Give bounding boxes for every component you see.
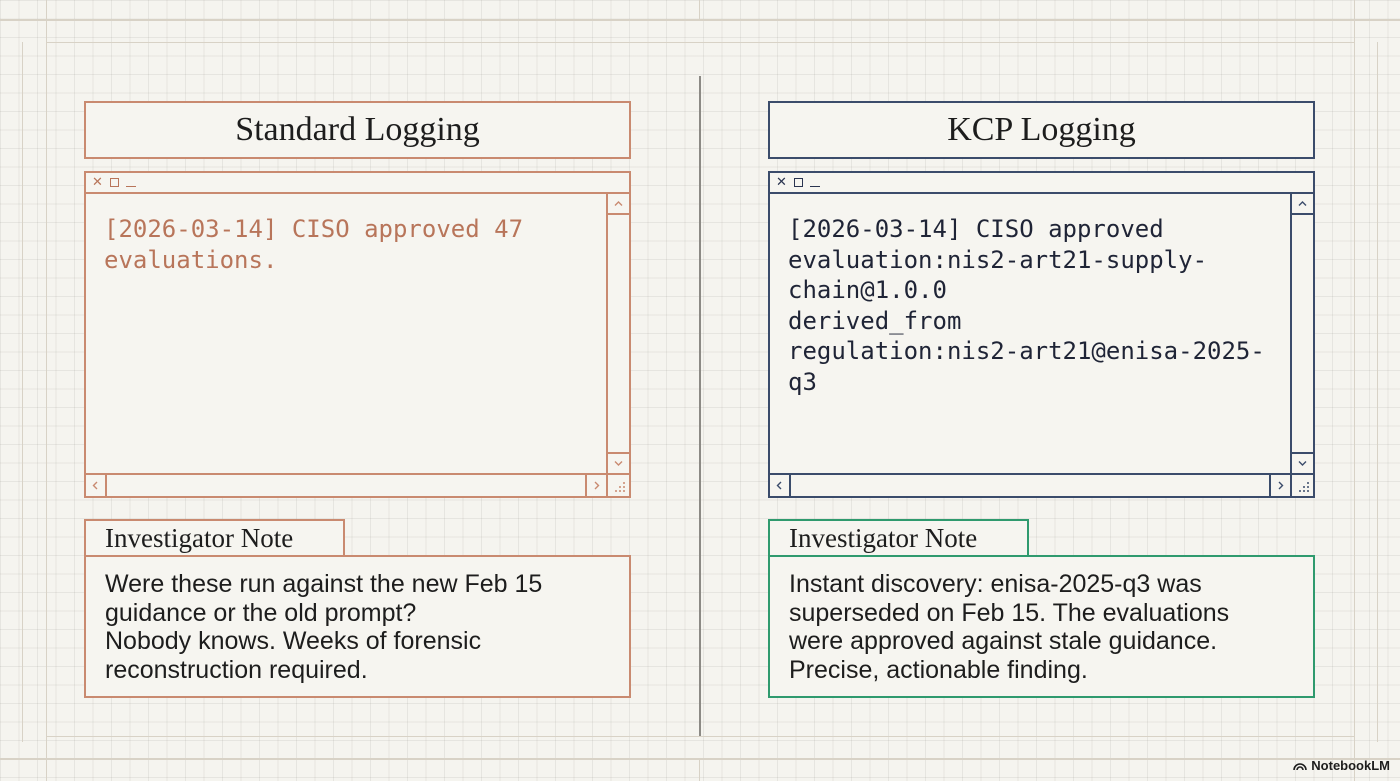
note-line: guidance or the old prompt? bbox=[105, 598, 417, 627]
scroll-left-icon[interactable] bbox=[770, 475, 791, 496]
maximize-icon[interactable] bbox=[793, 178, 803, 187]
brand-name: NotebookLM bbox=[1311, 758, 1390, 773]
note-line: Instant discovery: enisa-2025-q3 was bbox=[789, 570, 1202, 598]
note-line: were approved against stale guidance. bbox=[789, 627, 1218, 655]
minimize-icon[interactable] bbox=[125, 178, 136, 187]
scroll-down-icon[interactable] bbox=[1292, 452, 1313, 473]
center-divider bbox=[699, 76, 701, 736]
close-icon[interactable]: ✕ bbox=[776, 176, 787, 189]
frame-line-bottom bbox=[0, 758, 1400, 760]
note-line: reconstruction required. bbox=[105, 655, 368, 684]
frame-line-top-inner bbox=[46, 42, 1354, 43]
vertical-scrollbar[interactable] bbox=[606, 194, 629, 473]
standard-log-window: ✕ [2026-03-14] CISO approved 47 evaluati… bbox=[84, 171, 631, 498]
kcp-logging-title: KCP Logging bbox=[768, 101, 1315, 159]
standard-log-text: [2026-03-14] CISO approved 47 evaluation… bbox=[104, 215, 524, 274]
frame-line-top bbox=[0, 19, 1400, 21]
note-line: superseded on Feb 15. The evaluations bbox=[789, 598, 1230, 627]
scroll-right-icon[interactable] bbox=[585, 475, 606, 496]
close-icon[interactable]: ✕ bbox=[92, 176, 103, 189]
investigator-note-label: Investigator Note bbox=[768, 519, 1029, 556]
notebooklm-logo-icon bbox=[1293, 762, 1308, 770]
investigator-note-body: Were these run against the new Feb 15 gu… bbox=[84, 555, 631, 698]
scroll-down-icon[interactable] bbox=[608, 452, 629, 473]
frame-line-top-center bbox=[699, 0, 700, 19]
investigator-note-label: Investigator Note bbox=[84, 519, 345, 556]
scroll-right-icon[interactable] bbox=[1269, 475, 1290, 496]
vertical-scrollbar[interactable] bbox=[1290, 194, 1313, 473]
notebooklm-brand: NotebookLM bbox=[1293, 758, 1390, 773]
scroll-up-icon[interactable] bbox=[608, 194, 629, 215]
frame-line-bottom-inner bbox=[46, 736, 1354, 737]
frame-line-left bbox=[46, 0, 47, 781]
window-titlebar: ✕ bbox=[86, 173, 629, 194]
window-titlebar: ✕ bbox=[770, 173, 1313, 194]
kcp-log-window: ✕ [2026-03-14] CISO approved evaluation:… bbox=[768, 171, 1315, 498]
kcp-log-text: [2026-03-14] CISO approved evaluation:ni… bbox=[788, 215, 1265, 396]
note-line: Precise, actionable finding. bbox=[789, 655, 1088, 684]
horizontal-scrollbar[interactable] bbox=[86, 473, 606, 496]
note-line: Nobody knows. Weeks of forensic bbox=[105, 627, 482, 655]
frame-line-right bbox=[1354, 0, 1355, 781]
scroll-left-icon[interactable] bbox=[86, 475, 107, 496]
horizontal-scrollbar[interactable] bbox=[770, 473, 1290, 496]
frame-line-left-inner bbox=[22, 42, 23, 742]
frame-line-right-inner bbox=[1377, 42, 1378, 742]
note-line: Were these run against the new Feb 15 bbox=[105, 570, 543, 598]
resize-grip-icon[interactable] bbox=[606, 473, 629, 496]
minimize-icon[interactable] bbox=[809, 178, 820, 187]
resize-grip-icon[interactable] bbox=[1290, 473, 1313, 496]
scroll-up-icon[interactable] bbox=[1292, 194, 1313, 215]
investigator-note-body: Instant discovery: enisa-2025-q3 was sup… bbox=[768, 555, 1315, 698]
standard-logging-title: Standard Logging bbox=[84, 101, 631, 159]
frame-line-bottom-center bbox=[699, 760, 700, 781]
maximize-icon[interactable] bbox=[109, 178, 119, 187]
